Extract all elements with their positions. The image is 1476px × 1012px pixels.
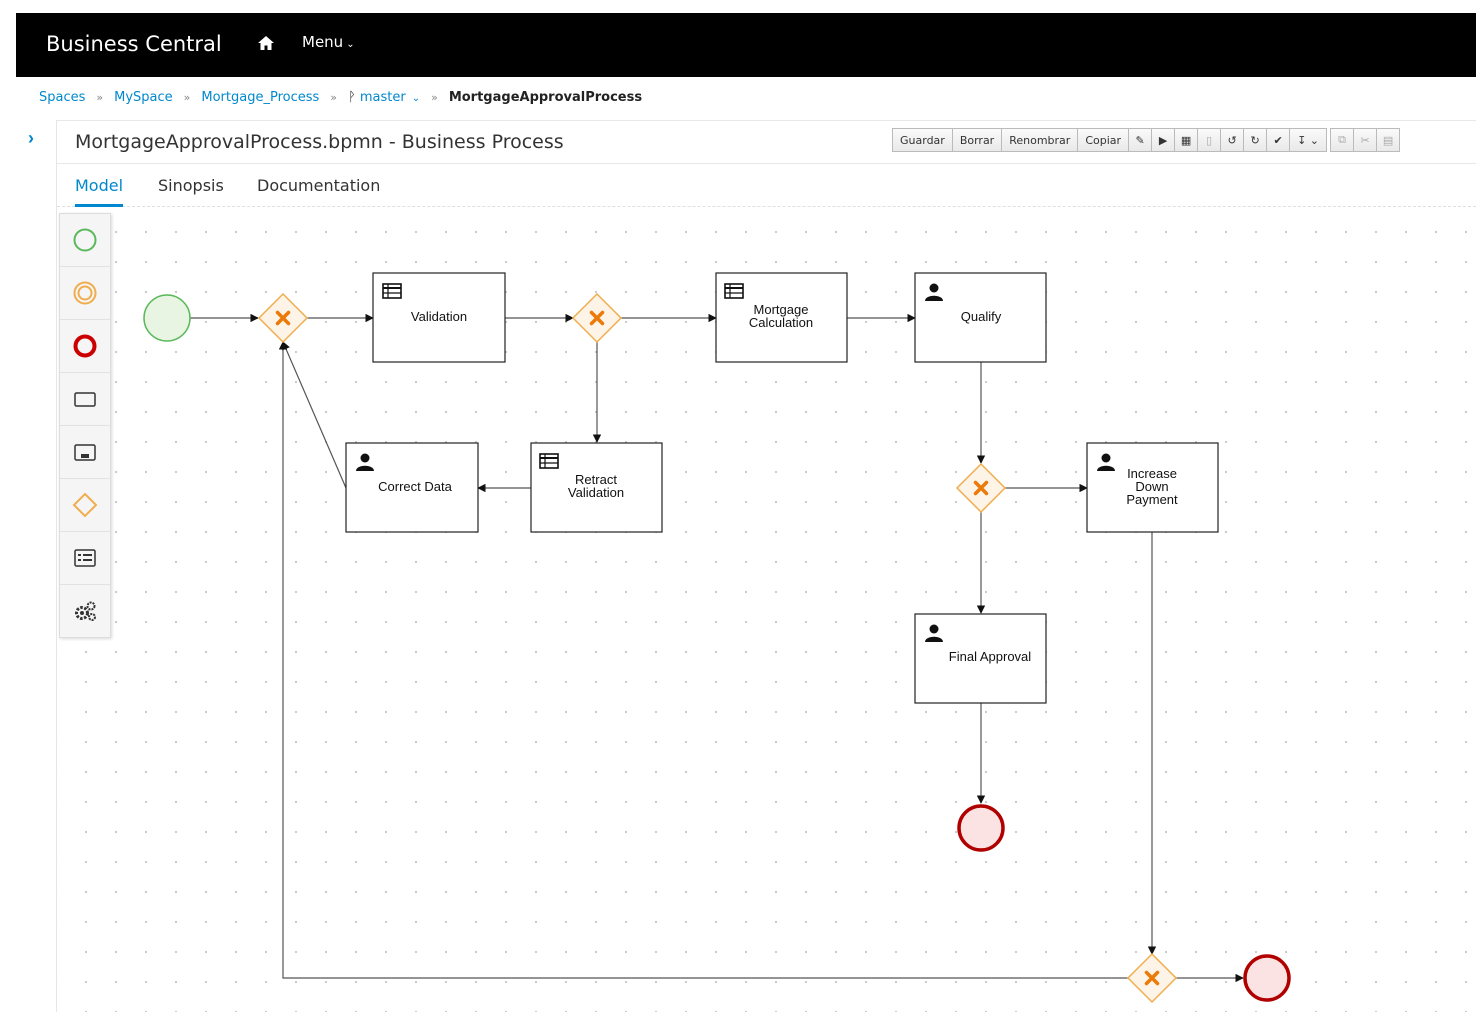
svg-text:Payment: Payment	[1126, 492, 1178, 507]
bpmn-diagram: Validation Mortgage Calculation Qualify …	[143, 272, 1291, 1004]
task-qualify[interactable]: Qualify	[914, 272, 1047, 363]
gateway[interactable]	[257, 292, 309, 344]
task-label: Payment	[1126, 492, 1178, 507]
sequence-flows	[190, 313, 1244, 983]
gateway[interactable]	[1126, 952, 1178, 1004]
svg-text:Validation: Validation	[411, 309, 467, 324]
task-mortgage-calculation[interactable]: Mortgage Calculation	[715, 272, 848, 363]
svg-text:Qualify: Qualify	[961, 309, 1002, 324]
svg-text:Correct Data: Correct Data	[378, 479, 452, 494]
end-event[interactable]	[957, 804, 1005, 852]
task-correct-data[interactable]: Correct Data	[345, 442, 479, 533]
gateway[interactable]	[571, 292, 623, 344]
end-event[interactable]	[1243, 954, 1291, 1002]
task-label: Validation	[568, 485, 624, 500]
svg-text:Final Approval: Final Approval	[949, 649, 1031, 664]
task-increase-down-payment[interactable]: Increase Down Payment	[1086, 442, 1219, 533]
task-final-approval[interactable]: Final Approval	[914, 613, 1047, 704]
task-label: Final Approval	[949, 649, 1031, 664]
svg-text:Validation: Validation	[568, 485, 624, 500]
task-retract-validation[interactable]: Retract Validation	[530, 442, 663, 533]
gateway[interactable]	[955, 462, 1007, 514]
start-event[interactable]	[143, 294, 191, 342]
sequence-flow[interactable]	[282, 341, 347, 489]
task-validation[interactable]: Validation	[372, 272, 506, 363]
task-label: Qualify	[961, 309, 1002, 324]
task-label: Calculation	[749, 315, 813, 330]
task-label: Correct Data	[378, 479, 452, 494]
svg-text:Calculation: Calculation	[749, 315, 813, 330]
task-label: Validation	[411, 309, 467, 324]
